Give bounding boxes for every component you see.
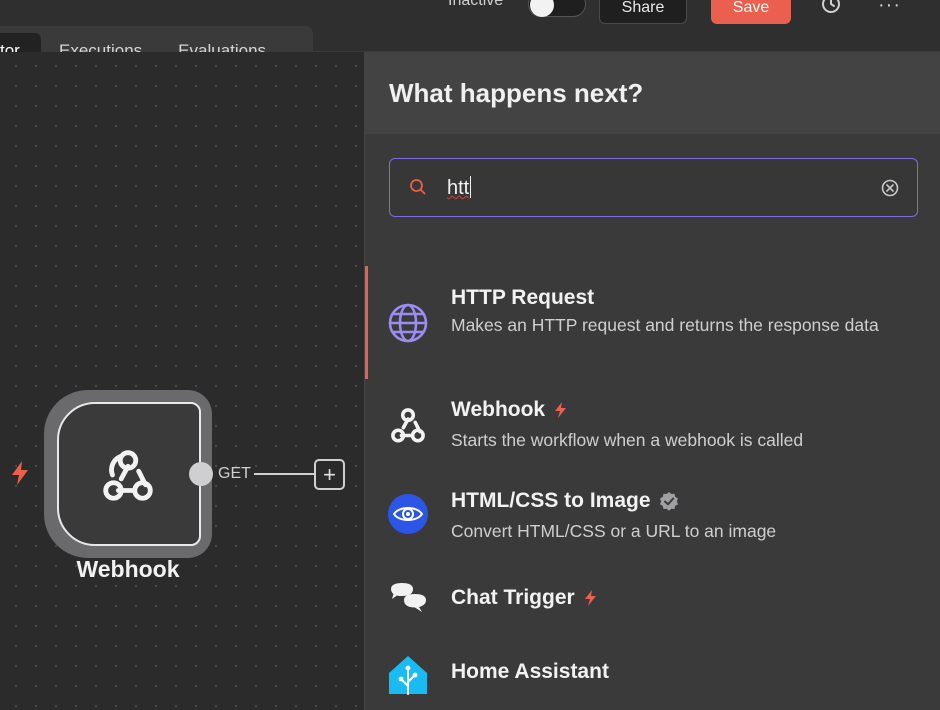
search-icon xyxy=(410,179,426,195)
result-description: Makes an HTTP request and returns the re… xyxy=(451,315,879,335)
share-button[interactable]: Share xyxy=(599,0,687,24)
connection-line xyxy=(254,473,314,475)
result-title: HTML/CSS to Image xyxy=(451,489,679,513)
result-webhook[interactable]: Webhook Starts the workflow when a webho… xyxy=(365,382,940,468)
save-button[interactable]: Save xyxy=(711,0,791,24)
trigger-bolt-icon xyxy=(12,461,28,485)
panel-title: What happens next? xyxy=(389,78,644,108)
result-title-text: Chat Trigger xyxy=(451,586,575,609)
trigger-bolt-icon xyxy=(555,402,567,418)
chat-bubbles-icon xyxy=(391,583,426,612)
globe-icon xyxy=(388,303,428,343)
home-assistant-icon xyxy=(389,656,427,695)
verified-badge-icon xyxy=(659,492,678,511)
result-title: Webhook xyxy=(451,398,568,422)
result-title-text: Home Assistant xyxy=(451,660,609,683)
result-description: Convert HTML/CSS or a URL to an image xyxy=(451,521,777,541)
search-box[interactable]: htt xyxy=(389,158,918,217)
result-title-text: Webhook xyxy=(451,398,546,421)
more-options-icon[interactable]: ··· xyxy=(878,0,901,17)
trigger-bolt-icon xyxy=(584,590,596,606)
result-title: HTTP Request xyxy=(451,286,594,310)
status-label: Inactive xyxy=(448,0,504,9)
history-icon[interactable] xyxy=(820,0,842,15)
add-node-button[interactable]: + xyxy=(314,459,345,490)
webhook-icon xyxy=(391,408,425,443)
result-http-request[interactable]: HTTP Request Makes an HTTP request and r… xyxy=(365,266,940,379)
webhook-node-label: Webhook xyxy=(76,556,180,582)
output-handle[interactable] xyxy=(189,462,213,486)
result-title-text: HTML/CSS to Image xyxy=(451,489,651,512)
result-title-text: HTTP Request xyxy=(451,286,595,309)
htmlcss-eye-icon xyxy=(388,494,428,534)
clear-search-icon[interactable] xyxy=(880,178,900,198)
result-description: Starts the workflow when a webhook is ca… xyxy=(451,430,804,450)
output-label: GET xyxy=(218,465,251,482)
panel-header: What happens next? xyxy=(365,52,940,134)
result-htmlcss-to-image[interactable]: HTML/CSS to Image Convert HTML/CSS or a … xyxy=(365,476,940,556)
node-creator-panel: What happens next? htt HTTP Request Make… xyxy=(364,52,940,710)
webhook-icon xyxy=(103,450,153,501)
search-input[interactable]: htt xyxy=(447,176,472,200)
search-value: htt xyxy=(447,177,470,199)
active-toggle[interactable] xyxy=(528,0,586,17)
result-home-assistant[interactable]: Home Assistant xyxy=(365,644,940,710)
toggle-knob xyxy=(530,0,554,17)
workflow-canvas[interactable] xyxy=(0,52,364,710)
result-title: Home Assistant xyxy=(451,660,609,684)
result-title: Chat Trigger xyxy=(451,586,598,610)
result-chat-trigger[interactable]: Chat Trigger xyxy=(365,570,940,630)
text-caret xyxy=(470,176,472,198)
